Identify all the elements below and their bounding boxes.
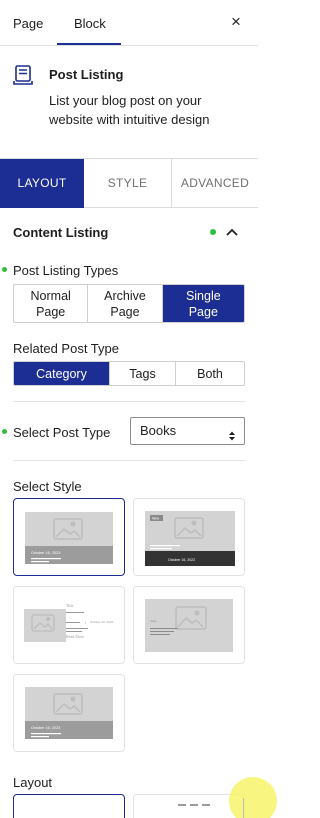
modified-indicator: [2, 267, 7, 272]
active-tab-indicator: [57, 43, 121, 45]
option-category[interactable]: Category: [14, 362, 110, 385]
post-listing-types-label: Post Listing Types: [13, 263, 119, 278]
divider: [13, 401, 245, 402]
layout-option-1[interactable]: [13, 794, 125, 818]
layout-label: Layout: [13, 775, 53, 790]
tab-style[interactable]: STYLE: [84, 159, 172, 208]
tab-advanced[interactable]: ADVANCED: [172, 159, 258, 208]
thumb-date: October 16, 2022: [168, 558, 195, 562]
scroll-indicator: [229, 777, 277, 818]
style-option-3[interactable]: Title / October 16, 2022 Read More: [13, 586, 125, 664]
panel-tabs: LAYOUT STYLE ADVANCED: [0, 158, 258, 208]
option-tags[interactable]: Tags: [110, 362, 176, 385]
modified-indicator: [210, 229, 216, 235]
sidebar-header-tabs: Page Block ×: [0, 0, 258, 46]
tab-layout[interactable]: LAYOUT: [0, 159, 84, 208]
select-arrows-icon: [228, 425, 236, 441]
style-option-2[interactable]: New October 16, 2022: [133, 498, 245, 576]
close-button[interactable]: ×: [226, 12, 246, 32]
tab-block[interactable]: Block: [74, 16, 106, 31]
select-style-label: Select Style: [13, 479, 82, 494]
chevron-up-icon[interactable]: [225, 225, 239, 236]
svg-text:/: /: [85, 620, 87, 625]
style-option-4[interactable]: Title: [133, 586, 245, 664]
option-both[interactable]: Both: [176, 362, 244, 385]
option-single-page[interactable]: Single Page: [162, 285, 244, 322]
thumb-title: Title: [66, 603, 74, 608]
post-listing-icon: [12, 63, 36, 87]
option-archive-page[interactable]: Archive Page: [88, 285, 163, 322]
block-description: List your blog post on your website with…: [49, 93, 210, 127]
related-post-type-label: Related Post Type: [13, 341, 119, 356]
thumb-title: Title: [150, 619, 157, 623]
thumb-date: October 16, 2023: [31, 726, 60, 730]
post-type-select[interactable]: Books: [130, 417, 245, 445]
select-post-type-label: Select Post Type: [13, 425, 111, 440]
thumb-badge: New: [152, 517, 159, 521]
thumb-date: October 16, 2022: [90, 620, 114, 624]
modified-indicator: [2, 429, 7, 434]
divider: [13, 460, 245, 461]
post-listing-types-control: Normal Page Archive Page Single Page: [13, 284, 245, 323]
style-option-1[interactable]: October 16, 2023: [13, 498, 125, 576]
post-type-select-value: Books: [140, 423, 177, 438]
section-title[interactable]: Content Listing: [13, 225, 108, 240]
thumb-date: October 16, 2023: [31, 551, 60, 555]
tab-page[interactable]: Page: [13, 16, 43, 31]
scrollbar[interactable]: [243, 798, 244, 818]
option-normal-page[interactable]: Normal Page: [14, 285, 89, 322]
related-post-type-control: Category Tags Both: [13, 361, 245, 386]
style-option-5[interactable]: October 16, 2023: [13, 674, 125, 752]
thumb-read-more: Read More: [66, 634, 84, 639]
block-title: Post Listing: [49, 67, 124, 82]
